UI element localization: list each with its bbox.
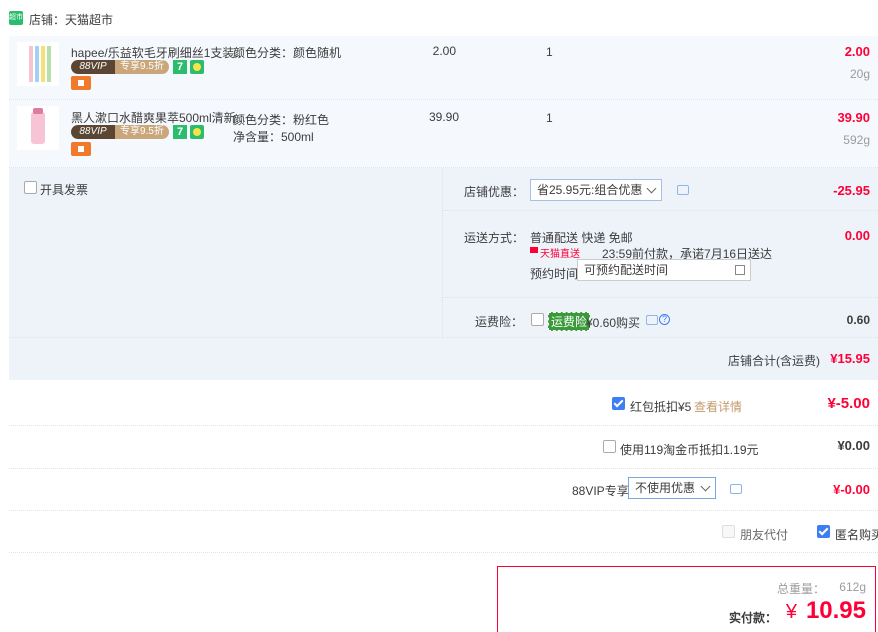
item-subtotal: 39.90: [837, 110, 870, 125]
guarantee-icon: [190, 125, 204, 139]
taojinbi-label: 使用119淘金币抵扣1.19元: [620, 443, 759, 457]
product-title[interactable]: hapee/乐益软毛牙刷细丝1支装...: [71, 44, 244, 61]
taojinbi-checkbox[interactable]: [603, 440, 616, 453]
pay-label: 实付款：: [728, 611, 777, 625]
invoice-checkbox[interactable]: [24, 181, 37, 194]
item-subtotal: 2.00: [844, 44, 870, 59]
calendar-icon: [735, 265, 745, 275]
invoice-label: 开具发票: [40, 183, 89, 197]
pay-options-row: 朋友代付 匿名购买: [9, 511, 878, 553]
appointment-label: 预约时间: [530, 267, 579, 281]
seven-day-return-icon: 7: [173, 125, 187, 139]
vip-badge-left: 88VIP: [71, 125, 115, 139]
total-weight-label: 总重量：: [776, 582, 825, 596]
product-thumbnail[interactable]: [17, 106, 59, 150]
product-attr: 净含量：500ml: [233, 130, 314, 144]
product-attr: 颜色分类：颜色随机: [233, 46, 342, 60]
shipping-amount: 0.00: [844, 228, 870, 243]
vip-badge-right: 专享9.5折: [120, 126, 164, 137]
help-icon[interactable]: ?: [659, 314, 670, 325]
vip88-label: 88VIP专享: [572, 484, 629, 498]
unit-price: 2.00: [432, 44, 456, 58]
tmall-supermarket-logo-icon: 超市: [9, 11, 23, 25]
shop-total-row: 店铺合计(含运费) ¥15.95: [9, 337, 878, 380]
payment-method-icon: [71, 76, 91, 90]
red-packet-label: 红包抵扣¥5: [630, 400, 692, 414]
payment-method-icon: [71, 142, 91, 156]
coupon-label: 店铺优惠：: [464, 185, 525, 199]
message-icon[interactable]: [730, 484, 742, 494]
appointment-time-input[interactable]: 可预约配送时间: [577, 259, 751, 281]
vip88-select-value: 不使用优惠: [635, 481, 696, 495]
vip88-select[interactable]: 不使用优惠: [628, 477, 716, 499]
order-item-row: hapee/乐益软毛牙刷细丝1支装... 88VIP 专享9.5折 7 颜色分类…: [9, 36, 878, 100]
payment-summary: 总重量： 612g 实付款： ¥ 10.95: [497, 566, 876, 632]
order-options: 开具发票 店铺优惠： 省25.95元:组合优惠 -25.95 运送方式： 普通配…: [9, 168, 878, 380]
shop-total-label: 店铺合计(含运费): [728, 354, 820, 368]
item-weight: 20g: [849, 67, 870, 81]
shipping-method: 普通配送 快递 免邮: [530, 231, 633, 245]
vip88-row: 88VIP专享 不使用优惠 ¥-0.00: [9, 469, 878, 511]
tmall-cat-icon: [530, 247, 538, 253]
insurance-tag: 运费险: [548, 312, 591, 331]
shipping-row: 运送方式： 普通配送 快递 免邮 天猫直送 23:59前付款，承诺7月16日送达…: [442, 211, 878, 298]
vip-badge-right: 专享9.5折: [120, 61, 164, 72]
shop-header: 超市 店铺：天猫超市: [0, 0, 878, 36]
unit-price: 39.90: [428, 110, 459, 124]
product-thumbnail[interactable]: [17, 42, 59, 86]
shop-coupon-row: 店铺优惠： 省25.95元:组合优惠 -25.95: [442, 168, 878, 211]
insurance-label: 运费险：: [475, 315, 524, 329]
coupon-select[interactable]: 省25.95元:组合优惠: [530, 179, 662, 201]
shop-name[interactable]: 店铺：天猫超市: [29, 11, 113, 28]
friend-pay-label: 朋友代付: [740, 528, 789, 542]
anonymous-checkbox[interactable]: [817, 525, 830, 538]
insurance-row: 运费险： 运费险 ¥0.60购买 ? 0.60: [442, 298, 878, 337]
insurance-checkbox[interactable]: [531, 313, 544, 326]
red-packet-row: 红包抵扣¥5 查看详情 ¥-5.00: [9, 381, 878, 426]
vip-discount-badge: 88VIP 专享9.5折: [71, 125, 169, 139]
appointment-placeholder: 可预约配送时间: [584, 263, 669, 277]
guarantee-icon: [190, 60, 204, 74]
red-packet-amount: ¥-5.00: [827, 395, 870, 412]
message-icon[interactable]: [646, 315, 658, 325]
item-weight: 592g: [843, 133, 870, 147]
currency-symbol: ¥: [785, 601, 797, 623]
coupon-select-value: 省25.95元:组合优惠: [537, 183, 643, 197]
chevron-down-icon: [646, 183, 657, 194]
insurance-price: ¥0.60购买: [586, 316, 641, 330]
taojinbi-row: 使用119淘金币抵扣1.19元 ¥0.00: [9, 426, 878, 469]
red-packet-checkbox[interactable]: [612, 397, 625, 410]
insurance-amount: 0.60: [846, 313, 870, 327]
vip-badge-left: 88VIP: [71, 60, 115, 74]
pay-amount: 10.95: [805, 597, 866, 624]
tmall-direct-tag: 天猫直送: [540, 249, 580, 260]
friend-pay-checkbox[interactable]: [722, 525, 735, 538]
taojinbi-amount: ¥0.00: [837, 438, 870, 453]
chevron-down-icon: [700, 481, 711, 492]
message-icon[interactable]: [677, 185, 689, 195]
shipping-label: 运送方式：: [464, 231, 525, 245]
total-weight-value: 612g: [839, 580, 866, 594]
seven-day-return-icon: 7: [173, 60, 187, 74]
vip88-amount: ¥-0.00: [833, 482, 870, 497]
quantity: 1: [546, 45, 553, 59]
anonymous-label: 匿名购买: [835, 528, 878, 542]
product-title[interactable]: 黑人漱口水醋爽果萃500ml清新...: [71, 109, 246, 126]
coupon-amount: -25.95: [833, 183, 870, 198]
quantity: 1: [546, 111, 553, 125]
shop-total-amount: ¥15.95: [830, 351, 870, 366]
product-attr: 颜色分类：粉红色: [233, 113, 330, 127]
red-packet-details-link[interactable]: 查看详情: [694, 398, 742, 415]
order-item-row: 黑人漱口水醋爽果萃500ml清新... 88VIP 专享9.5折 7 颜色分类：…: [9, 100, 878, 168]
vip-discount-badge: 88VIP 专享9.5折: [71, 60, 169, 74]
